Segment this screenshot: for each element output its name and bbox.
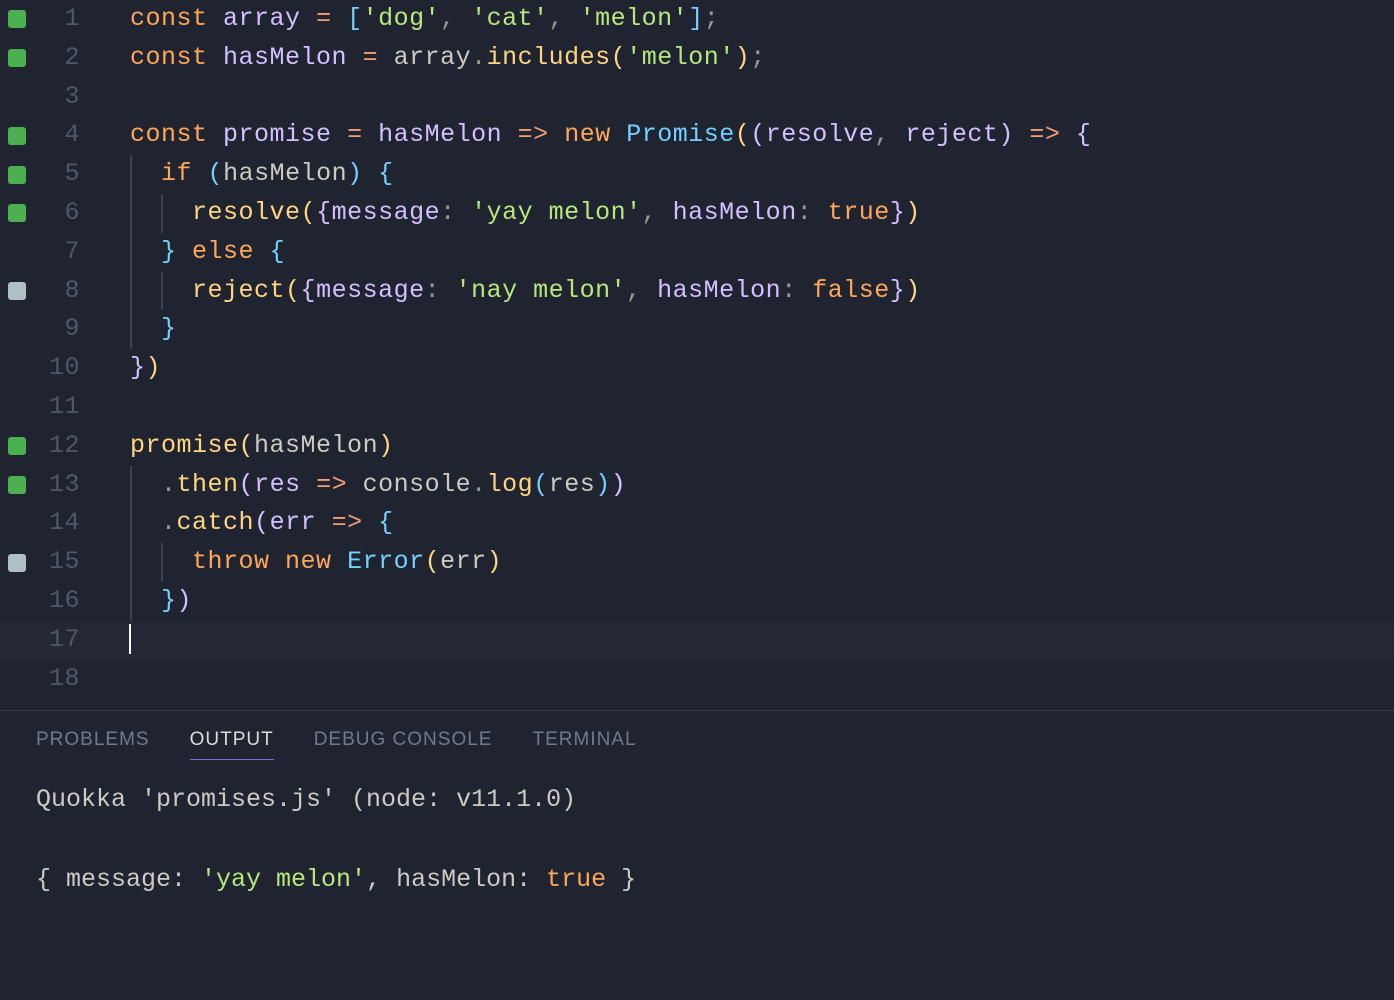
code-line[interactable]: 3 — [0, 78, 1394, 117]
coverage-marker — [0, 476, 34, 494]
code-line[interactable]: 1const array = ['dog', 'cat', 'melon']; — [0, 0, 1394, 39]
line-number: 10 — [34, 349, 86, 388]
code-content[interactable]: const array = ['dog', 'cat', 'melon']; — [86, 0, 719, 39]
code-line[interactable]: 13 .then(res => console.log(res)) — [0, 466, 1394, 505]
output-line: { message: 'yay melon', hasMelon: true } — [36, 860, 1358, 900]
tab-terminal[interactable]: TERMINAL — [532, 729, 636, 760]
code-content[interactable]: } else { — [86, 233, 285, 272]
code-content[interactable]: const promise = hasMelon => new Promise(… — [86, 116, 1091, 155]
coverage-marker — [0, 437, 34, 455]
code-content[interactable]: throw new Error(err) — [86, 543, 502, 582]
tab-problems[interactable]: PROBLEMS — [36, 729, 150, 760]
output-panel[interactable]: Quokka 'promises.js' (node: v11.1.0) { m… — [0, 770, 1394, 900]
line-number: 1 — [34, 0, 86, 39]
code-line[interactable]: 17 — [0, 621, 1394, 660]
line-number: 4 — [34, 116, 86, 155]
tab-debug-console[interactable]: DEBUG CONSOLE — [314, 729, 493, 760]
coverage-marker — [0, 10, 34, 28]
code-line[interactable]: 7 } else { — [0, 233, 1394, 272]
line-number: 14 — [34, 504, 86, 543]
code-line[interactable]: 11 — [0, 388, 1394, 427]
coverage-marker — [0, 282, 34, 300]
code-content[interactable]: promise(hasMelon) — [86, 427, 394, 466]
code-line[interactable]: 16 }) — [0, 582, 1394, 621]
code-line[interactable]: 9 } — [0, 310, 1394, 349]
code-content[interactable]: const hasMelon = array.includes('melon')… — [86, 39, 766, 78]
code-content[interactable] — [86, 621, 131, 660]
code-line[interactable]: 4const promise = hasMelon => new Promise… — [0, 116, 1394, 155]
output-line: Quokka 'promises.js' (node: v11.1.0) — [36, 780, 1358, 820]
line-number: 18 — [34, 660, 86, 699]
coverage-marker — [0, 49, 34, 67]
line-number: 9 — [34, 310, 86, 349]
panel-tabs: PROBLEMS OUTPUT DEBUG CONSOLE TERMINAL — [0, 711, 1394, 770]
line-number: 11 — [34, 388, 86, 427]
code-content[interactable]: .catch(err => { — [86, 504, 394, 543]
coverage-marker — [0, 204, 34, 222]
code-line[interactable]: 2const hasMelon = array.includes('melon'… — [0, 39, 1394, 78]
line-number: 17 — [34, 621, 86, 660]
code-line[interactable]: 10}) — [0, 349, 1394, 388]
code-editor[interactable]: 1const array = ['dog', 'cat', 'melon'];2… — [0, 0, 1394, 698]
code-content[interactable]: }) — [86, 582, 192, 621]
line-number: 3 — [34, 78, 86, 117]
code-line[interactable]: 15 throw new Error(err) — [0, 543, 1394, 582]
line-number: 12 — [34, 427, 86, 466]
code-content[interactable]: .then(res => console.log(res)) — [86, 466, 626, 505]
bottom-panel: PROBLEMS OUTPUT DEBUG CONSOLE TERMINAL Q… — [0, 710, 1394, 900]
code-line[interactable]: 14 .catch(err => { — [0, 504, 1394, 543]
code-content[interactable]: } — [86, 310, 177, 349]
output-line — [36, 820, 1358, 860]
code-line[interactable]: 8 reject({message: 'nay melon', hasMelon… — [0, 272, 1394, 311]
line-number: 13 — [34, 466, 86, 505]
code-content[interactable]: if (hasMelon) { — [86, 155, 394, 194]
line-number: 15 — [34, 543, 86, 582]
line-number: 5 — [34, 155, 86, 194]
line-number: 7 — [34, 233, 86, 272]
code-content[interactable]: }) — [86, 349, 161, 388]
coverage-marker — [0, 166, 34, 184]
code-line[interactable]: 12promise(hasMelon) — [0, 427, 1394, 466]
code-content[interactable]: reject({message: 'nay melon', hasMelon: … — [86, 272, 921, 311]
coverage-marker — [0, 554, 34, 572]
text-cursor — [129, 624, 131, 654]
line-number: 6 — [34, 194, 86, 233]
code-line[interactable]: 18 — [0, 660, 1394, 699]
tab-output[interactable]: OUTPUT — [190, 729, 274, 760]
line-number: 2 — [34, 39, 86, 78]
line-number: 16 — [34, 582, 86, 621]
coverage-marker — [0, 127, 34, 145]
code-content[interactable]: resolve({message: 'yay melon', hasMelon:… — [86, 194, 921, 233]
code-line[interactable]: 5 if (hasMelon) { — [0, 155, 1394, 194]
line-number: 8 — [34, 272, 86, 311]
code-line[interactable]: 6 resolve({message: 'yay melon', hasMelo… — [0, 194, 1394, 233]
